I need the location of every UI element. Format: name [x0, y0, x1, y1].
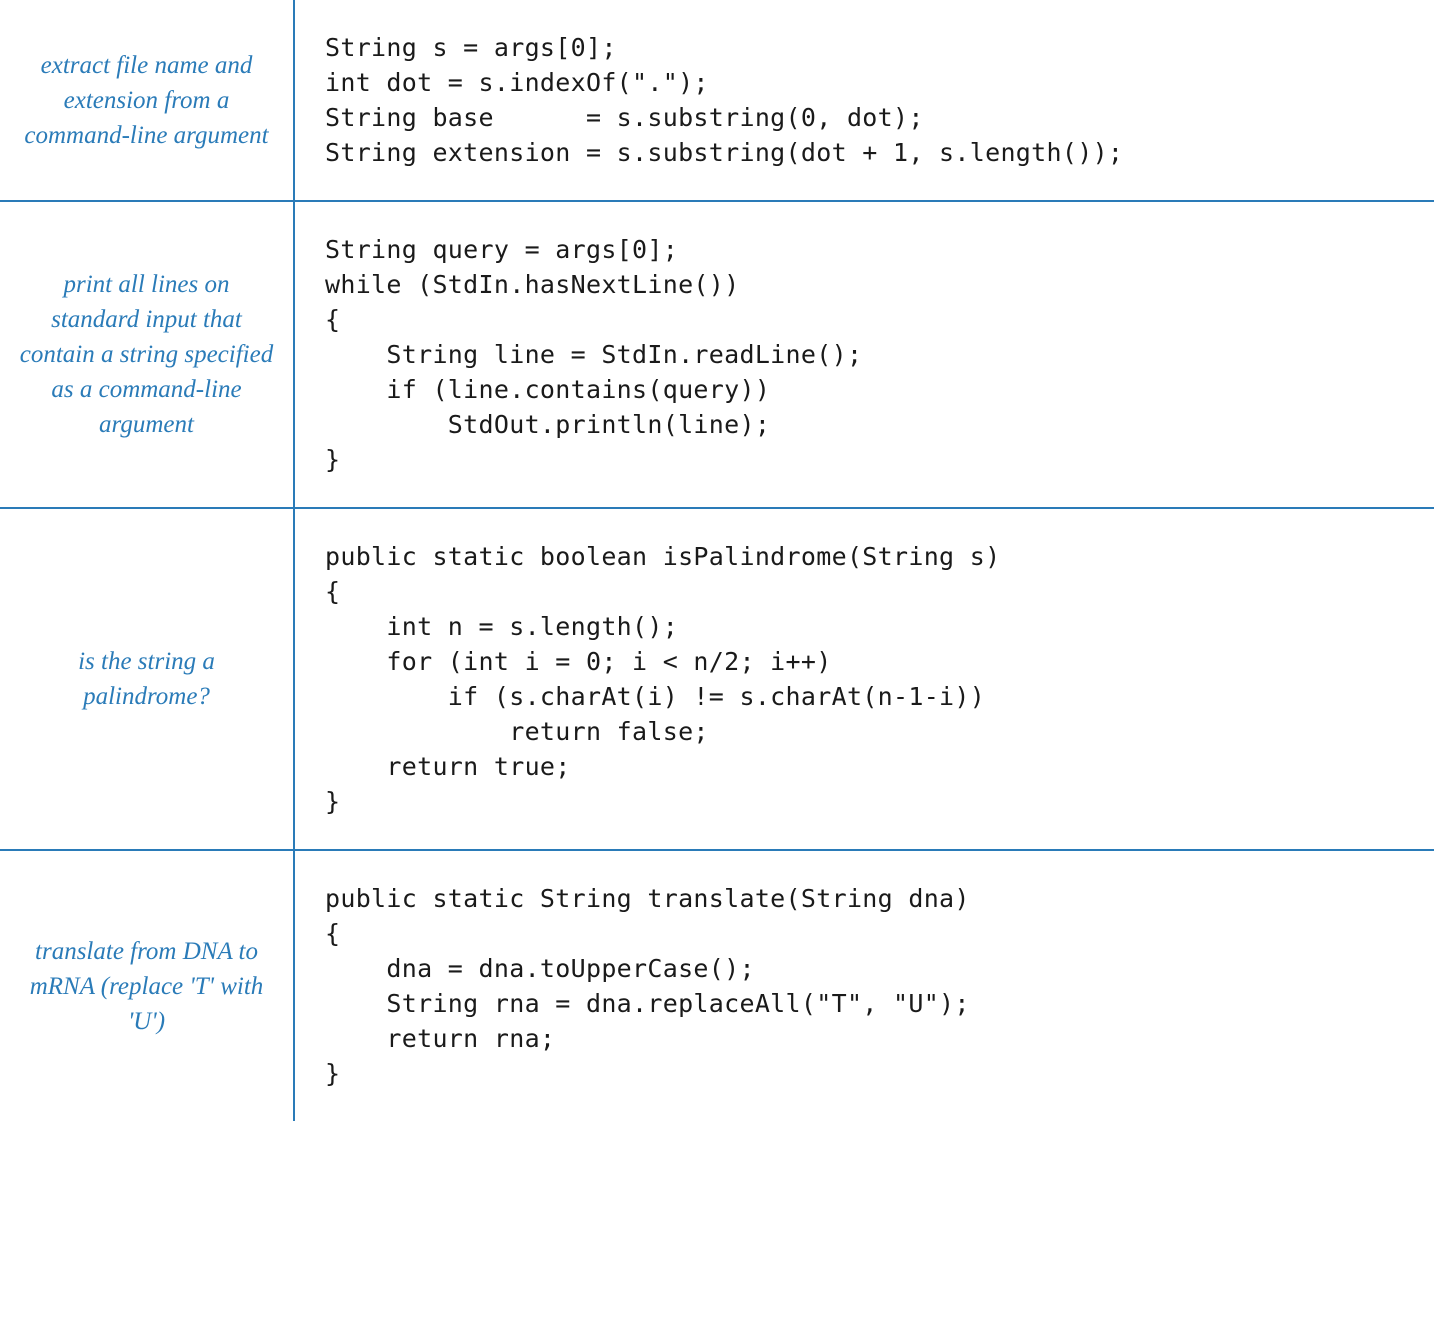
- table-row: is the string a palindrome? public stati…: [0, 509, 1434, 851]
- code-text: String query = args[0]; while (StdIn.has…: [325, 232, 862, 477]
- description-cell: translate from DNA to mRNA (replace 'T' …: [0, 851, 295, 1121]
- description-cell: print all lines on standard input that c…: [0, 202, 295, 507]
- code-cell: String s = args[0]; int dot = s.indexOf(…: [295, 0, 1434, 200]
- code-cell: String query = args[0]; while (StdIn.has…: [295, 202, 1434, 507]
- code-text: public static String translate(String dn…: [325, 881, 970, 1091]
- description-text: translate from DNA to mRNA (replace 'T' …: [18, 934, 275, 1039]
- code-cell: public static boolean isPalindrome(Strin…: [295, 509, 1434, 849]
- description-cell: extract file name and extension from a c…: [0, 0, 295, 200]
- description-cell: is the string a palindrome?: [0, 509, 295, 849]
- description-text: extract file name and extension from a c…: [18, 48, 275, 153]
- code-text: String s = args[0]; int dot = s.indexOf(…: [325, 30, 1123, 170]
- table-row: print all lines on standard input that c…: [0, 202, 1434, 509]
- table-row: translate from DNA to mRNA (replace 'T' …: [0, 851, 1434, 1121]
- table-row: extract file name and extension from a c…: [0, 0, 1434, 202]
- code-text: public static boolean isPalindrome(Strin…: [325, 539, 1000, 819]
- description-text: is the string a palindrome?: [18, 644, 275, 714]
- description-text: print all lines on standard input that c…: [18, 267, 275, 442]
- string-examples-table: extract file name and extension from a c…: [0, 0, 1434, 1121]
- code-cell: public static String translate(String dn…: [295, 851, 1434, 1121]
